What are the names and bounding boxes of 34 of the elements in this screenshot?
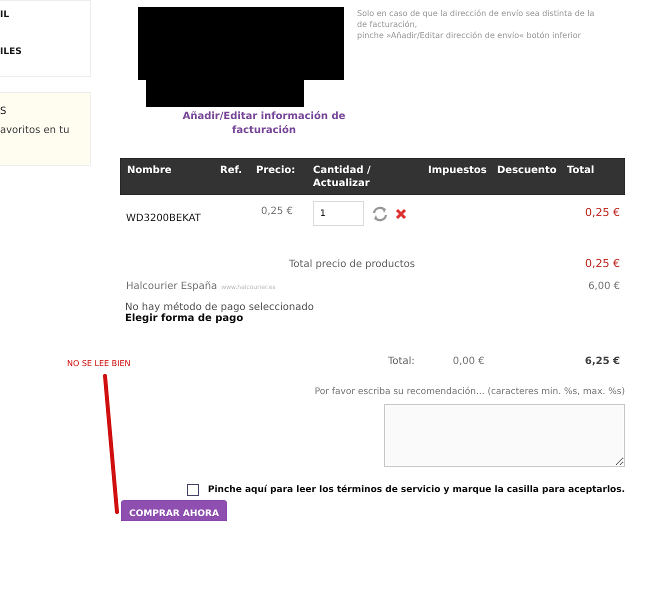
subtotal-label: Total precio de productos (289, 259, 416, 270)
panel-heading: ILES (0, 47, 23, 57)
column-header: Descuento (490, 158, 560, 195)
total-label: Total: (388, 356, 415, 367)
shipping-price: 6,00 € (588, 281, 620, 292)
recommendation-field[interactable] (384, 404, 625, 467)
column-header: Nombre (120, 158, 213, 195)
column-header: Total (560, 158, 625, 195)
buy-button[interactable]: COMPRAR AHORA (121, 500, 227, 521)
panel-heading: IL (0, 10, 10, 20)
line-total: 0,25 € (560, 195, 625, 243)
column-header: Impuestos (421, 158, 490, 195)
column-header: Ref. (213, 158, 249, 195)
quantity-field[interactable]: 1 (313, 201, 364, 226)
panel-text: avoritos en tu (0, 125, 70, 136)
shipping-method: Halcourier España (126, 281, 218, 292)
column-header: Precio: (249, 158, 306, 195)
delete-icon (395, 208, 407, 220)
billing-link[interactable]: Añadir/Editar información de facturación (178, 110, 350, 138)
total-value: 6,25 € (584, 356, 620, 367)
recommendation-label: Por favor escriba su recomendación... (caracteres min. %s, max. %s) (314, 387, 625, 397)
subtotal-value: 0,25 € (585, 257, 620, 270)
panel-heading: S (0, 106, 8, 117)
payment-link[interactable]: Elegir forma de pago (125, 313, 244, 324)
refresh-icon (371, 204, 389, 222)
column-header: Cantidad / Actualizar (306, 158, 421, 195)
annotation-text: NO SE LEE BIEN (67, 359, 130, 368)
payment-status: No hay método de pago seleccionado (125, 302, 315, 313)
product-name: WD3200BEKAT (120, 195, 213, 243)
terms-checkbox[interactable] (186, 484, 199, 496)
unit-price: 0,25 € (249, 195, 306, 243)
shipping-note: Solo en caso de que la dirección de envío sea distinta de la de facturación, pinche »Añadir/Editar dirección de envío« botón inferior (357, 8, 596, 42)
tax-value: 0,00 € (452, 356, 485, 367)
terms-link[interactable]: Pinche aquí para leer los términos de servicio y marque la casilla para aceptarlos. (208, 485, 625, 495)
